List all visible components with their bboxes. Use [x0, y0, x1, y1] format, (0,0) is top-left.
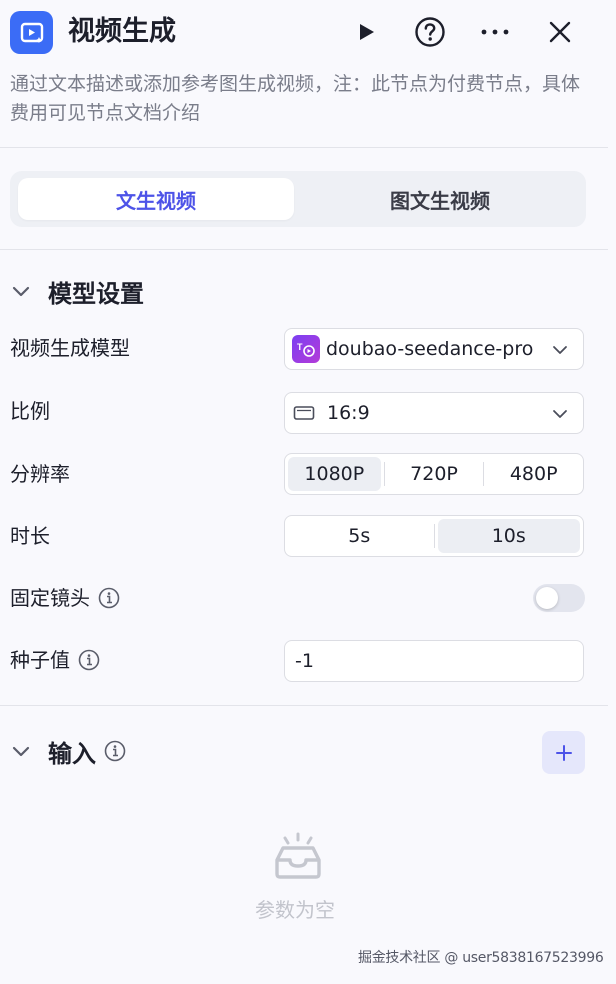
- field-label-text: 比例: [10, 399, 50, 423]
- run-button[interactable]: [348, 14, 384, 50]
- model-select-value: doubao-seedance-pro: [326, 338, 534, 360]
- video-generation-app-icon: [10, 11, 53, 54]
- plus-icon: [555, 744, 572, 761]
- section-title: 模型设置: [48, 279, 144, 308]
- tab-text-to-video[interactable]: 文生视频: [18, 178, 294, 220]
- node-header: 视频生成: [0, 0, 616, 68]
- more-button[interactable]: [477, 14, 513, 50]
- separator: [483, 462, 485, 486]
- node-description: 通过文本描述或添加参考图生成视频，注：此节点为付费节点，具体费用可见节点文档介绍: [10, 73, 581, 124]
- resolution-segmented: 1080P 720P 480P: [284, 453, 584, 495]
- info-icon[interactable]: [104, 740, 126, 762]
- tab-image-text-to-video[interactable]: 图文生视频: [302, 178, 578, 220]
- model-select[interactable]: T doubao-seedance-pro: [284, 328, 584, 370]
- field-label-text: 时长: [10, 524, 50, 548]
- aspect-ratio-icon: [293, 406, 315, 420]
- field-label: 视频生成模型: [10, 334, 130, 362]
- resolution-option-1080p[interactable]: 1080P: [288, 457, 381, 491]
- field-label: 时长: [10, 522, 50, 550]
- empty-inbox-icon: [275, 832, 321, 879]
- field-label: 比例: [10, 397, 50, 425]
- info-icon[interactable]: [78, 649, 100, 671]
- help-button[interactable]: [412, 14, 448, 50]
- close-icon: [549, 21, 571, 43]
- toggle-knob: [536, 587, 558, 609]
- seed-input[interactable]: [284, 640, 584, 682]
- close-button[interactable]: [542, 14, 578, 50]
- separator: [383, 462, 385, 486]
- question-circle-icon: [415, 17, 445, 47]
- svg-text:T: T: [297, 342, 303, 352]
- model-settings-toggle[interactable]: 模型设置: [10, 273, 144, 309]
- divider: [0, 249, 608, 250]
- chevron-down-icon: [553, 410, 567, 418]
- play-icon: [360, 24, 374, 40]
- info-icon[interactable]: [98, 587, 120, 609]
- chevron-down-icon: [553, 346, 567, 354]
- chevron-down-icon: [12, 286, 30, 297]
- fixed-camera-toggle[interactable]: [533, 584, 585, 612]
- duration-segmented: 5s 10s: [284, 515, 584, 557]
- duration-option-5s[interactable]: 5s: [288, 519, 431, 553]
- chevron-down-icon: [12, 746, 30, 757]
- ratio-select[interactable]: 16:9: [284, 392, 584, 434]
- field-label: 分辨率: [10, 460, 70, 488]
- model-logo-icon: T: [292, 335, 320, 363]
- divider: [0, 705, 608, 706]
- field-label-text: 分辨率: [10, 462, 70, 486]
- node-title: 视频生成: [68, 16, 176, 47]
- section-title: 输入: [48, 739, 96, 768]
- resolution-option-720p[interactable]: 720P: [388, 457, 481, 491]
- resolution-option-480p[interactable]: 480P: [487, 457, 580, 491]
- field-label-text: 种子值: [10, 648, 70, 672]
- add-input-button[interactable]: [542, 731, 585, 774]
- field-label-text: 视频生成模型: [10, 336, 130, 360]
- duration-option-10s[interactable]: 10s: [437, 519, 580, 553]
- empty-state-text: 参数为空: [255, 898, 335, 922]
- field-label-text: 固定镜头: [10, 586, 90, 610]
- watermark: 掘金技术社区 @ user5838167523996: [358, 950, 604, 966]
- field-label: 种子值: [10, 646, 100, 674]
- divider: [0, 147, 608, 148]
- input-section-toggle[interactable]: 输入: [10, 733, 126, 769]
- ratio-select-value: 16:9: [327, 402, 370, 424]
- separator: [433, 524, 435, 548]
- field-label: 固定镜头: [10, 584, 120, 612]
- more-horizontal-icon: [481, 29, 509, 35]
- mode-tabs: 文生视频 图文生视频: [10, 171, 586, 227]
